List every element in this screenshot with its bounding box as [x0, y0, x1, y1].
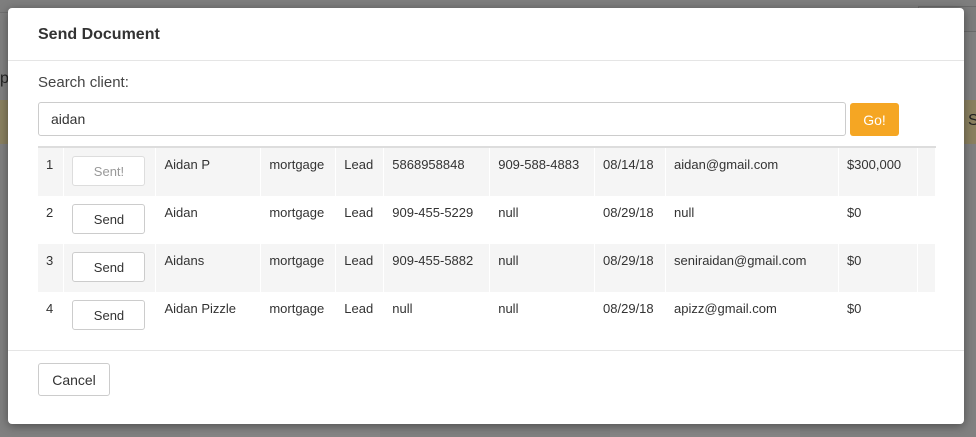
table-row: 1 Sent! Aidan Pmortgage Lead 5868958848 909-5… — [38, 148, 937, 196]
client-date: 08/29/18 — [594, 292, 667, 340]
client-stage: Lead — [335, 148, 385, 196]
client-date: 08/29/18 — [594, 244, 667, 292]
client-phone: 909-455-5882 — [383, 244, 491, 292]
modal-footer: Cancel — [8, 350, 964, 425]
search-client-input[interactable] — [38, 102, 846, 136]
results-table: 1 Sent! Aidan Pmortgage Lead 5868958848 909-5… — [38, 146, 937, 340]
row-action-cell: Send — [63, 196, 157, 244]
client-name: Aidan — [155, 196, 262, 244]
row-number: 1 — [38, 148, 65, 196]
cancel-button[interactable]: Cancel — [38, 363, 110, 396]
client-name: Aidan P — [155, 148, 262, 196]
row-number: 2 — [38, 196, 65, 244]
client-phone-alt: null — [489, 244, 596, 292]
row-action-cell: Sent! — [63, 148, 157, 196]
client-email: apizz@gmail.com — [665, 292, 839, 340]
row-action-cell: Send — [63, 292, 157, 340]
client-amount: $0 — [838, 196, 918, 244]
row-spacer-cell — [917, 196, 937, 244]
client-phone: 5868958848 — [383, 148, 491, 196]
client-phone-alt: null — [489, 292, 596, 340]
row-number: 3 — [38, 244, 65, 292]
background-banner-fragment: S — [968, 112, 976, 129]
client-name: Aidan Pizzle — [155, 292, 262, 340]
row-spacer-cell — [917, 148, 937, 196]
send-document-modal: Send Document Search client: Go! 1Sent! A… — [8, 8, 964, 424]
row-action-cell: Send — [63, 244, 157, 292]
client-amount: $0 — [838, 292, 918, 340]
client-date: 08/29/18 — [594, 196, 667, 244]
row-spacer-cell — [917, 292, 937, 340]
client-email: null — [665, 196, 839, 244]
client-name: Aidans — [155, 244, 262, 292]
send-button[interactable]: Send — [72, 252, 146, 282]
modal-title: Send Document — [38, 26, 160, 43]
client-date: 08/14/18 — [594, 148, 667, 196]
client-phone: 909-455-5229 — [383, 196, 491, 244]
send-button[interactable]: Send — [72, 204, 146, 234]
client-phone: null — [383, 292, 491, 340]
modal-header: Send Document — [8, 8, 964, 61]
search-client-label: Search client: — [38, 74, 129, 91]
client-type: mortgage — [260, 148, 337, 196]
row-number: 4 — [38, 292, 65, 340]
row-spacer-cell — [917, 244, 937, 292]
client-type: mortgage — [260, 292, 337, 340]
client-stage: Lead — [335, 292, 385, 340]
client-type: mortgage — [260, 244, 337, 292]
client-email: aidan@gmail.com — [665, 148, 839, 196]
client-type: mortgage — [260, 196, 337, 244]
sent-button: Sent! — [72, 156, 146, 186]
client-email: seniraidan@gmail.com — [665, 244, 839, 292]
client-amount: $300,000 — [838, 148, 918, 196]
table-row: 2 Send Aidan mortgage Lead 909-455-5229 null 08… — [38, 196, 937, 244]
client-stage: Lead — [335, 196, 385, 244]
client-phone-alt: null — [489, 196, 596, 244]
client-stage: Lead — [335, 244, 385, 292]
go-button[interactable]: Go! — [850, 103, 899, 136]
table-row: 3 Send Aidans mortgage Lead 909-455-5882 null 0… — [38, 244, 937, 292]
table-row: 4 Send Aidan Pizzle mortgage Lead null null 08/… — [38, 292, 937, 340]
client-phone-alt: 909-588-4883 — [489, 148, 596, 196]
client-amount: $0 — [838, 244, 918, 292]
modal-body: Search client: Go! 1Sent!Aidan Pmortgage… — [8, 62, 964, 350]
send-button[interactable]: Send — [72, 300, 146, 330]
